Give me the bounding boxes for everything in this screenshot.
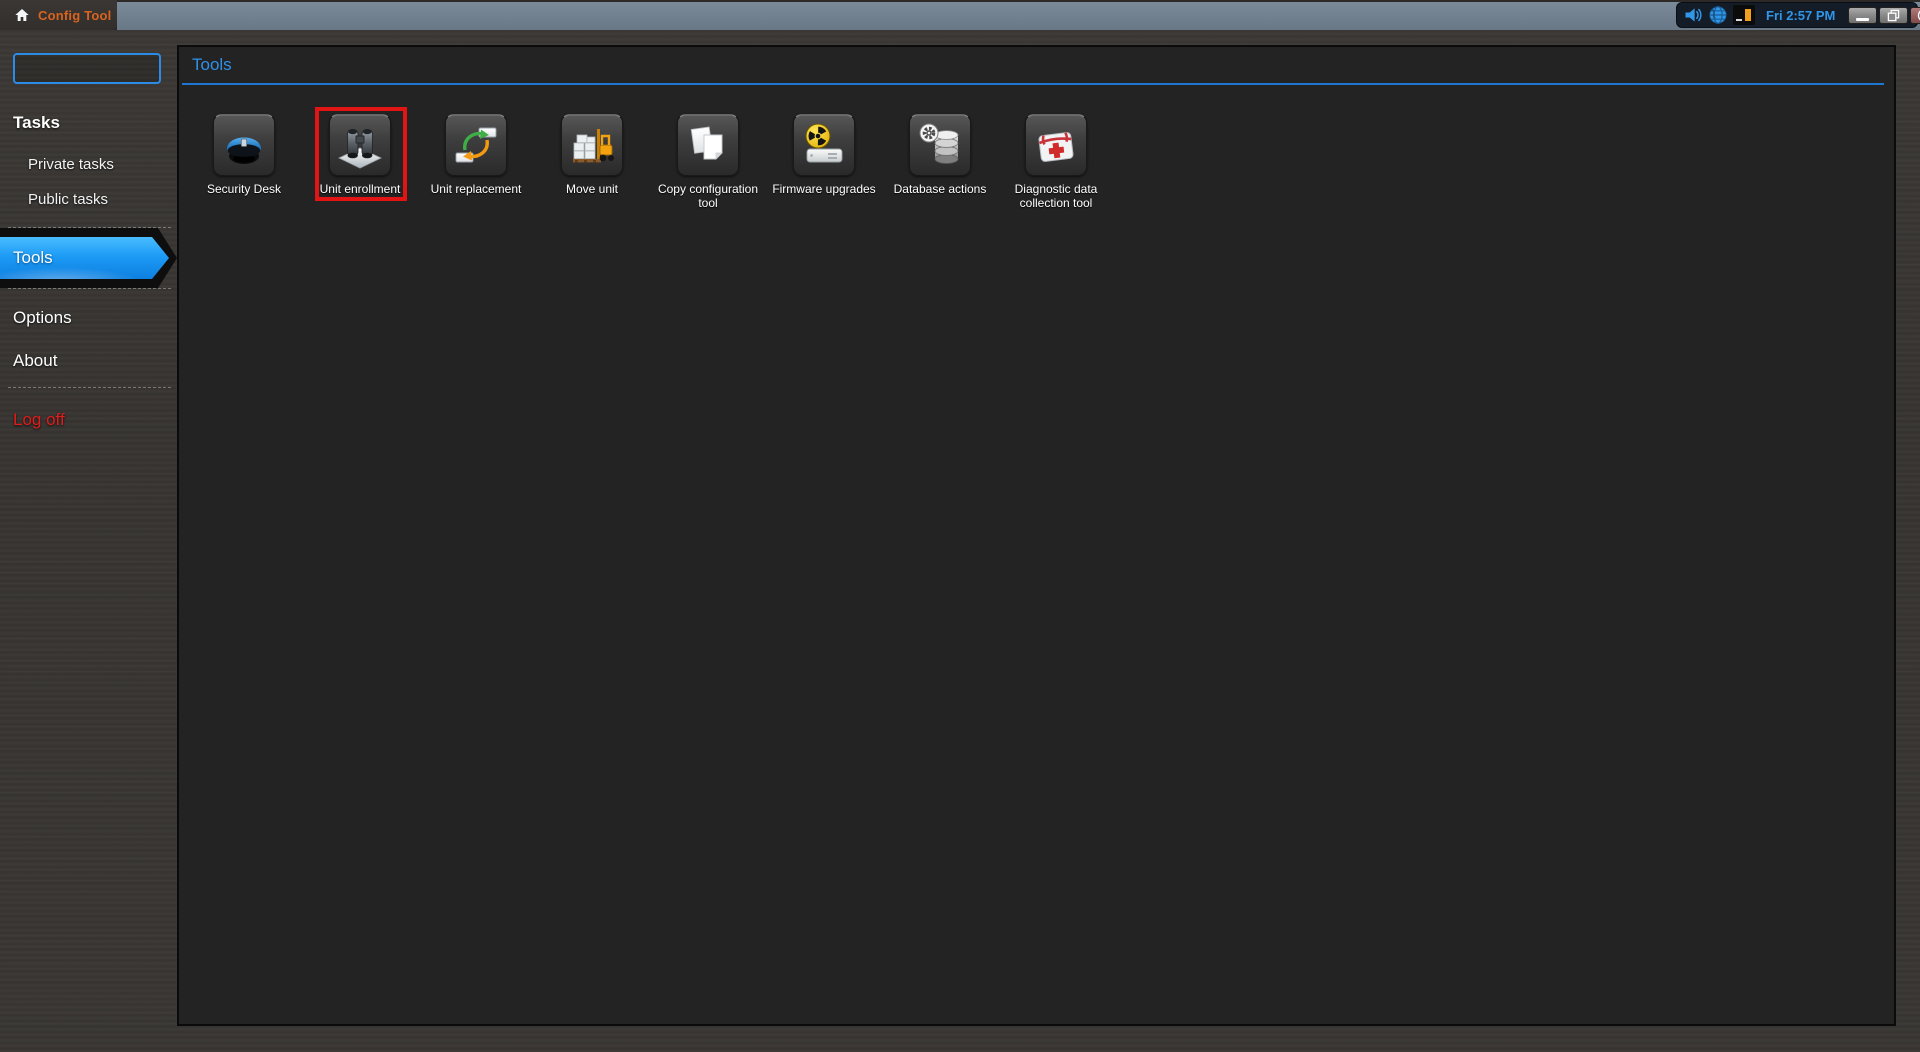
tools-grid: Security Desk Unit enrollment (186, 114, 1114, 210)
search-input[interactable] (13, 53, 161, 84)
tool-move-unit: Move unit (534, 114, 650, 210)
tool-label[interactable]: Security Desk (188, 182, 300, 196)
security-desk-button[interactable] (213, 114, 275, 176)
swap-units-icon (452, 121, 500, 169)
copy-configuration-tool-button[interactable] (677, 114, 739, 176)
tool-label[interactable]: Copy configuration tool (652, 182, 764, 210)
radioactive-device-icon (800, 121, 848, 169)
tool-label[interactable]: Database actions (884, 182, 996, 196)
move-unit-button[interactable] (561, 114, 623, 176)
police-cap-icon (220, 121, 268, 169)
tray-clock[interactable]: Fri 2:57 PM (1760, 8, 1843, 23)
tool-unit-enrollment: Unit enrollment (302, 114, 418, 210)
tool-database-actions: Database actions (882, 114, 998, 210)
titlebar: Config Tool Fri 2:57 PM (0, 0, 1920, 30)
tool-label[interactable]: Unit enrollment (304, 182, 416, 196)
tool-label[interactable]: Firmware upgrades (768, 182, 880, 196)
titlebar-strip (117, 2, 1920, 30)
indicator-orange-bar (1745, 9, 1751, 21)
tools-nav-label: Tools (0, 248, 53, 268)
tool-diagnostic-data: Diagnostic data collection tool (998, 114, 1114, 210)
restore-icon (1887, 9, 1900, 22)
firmware-upgrades-button[interactable] (793, 114, 855, 176)
sidebar-divider (8, 227, 171, 228)
page-title: Tools (192, 55, 232, 75)
unit-replacement-button[interactable] (445, 114, 507, 176)
tool-label[interactable]: Unit replacement (420, 182, 532, 196)
tasks-header: Tasks (13, 113, 60, 133)
unit-enrollment-button[interactable] (329, 114, 391, 176)
database-actions-button[interactable] (909, 114, 971, 176)
sidebar-item-tools[interactable]: Tools (0, 237, 170, 279)
forklift-icon (568, 121, 616, 169)
copy-pages-icon (684, 121, 732, 169)
config-tool-tab[interactable]: Config Tool (0, 0, 117, 30)
tab-label: Config Tool (38, 8, 111, 23)
main-panel: Tools Security Desk (177, 45, 1896, 1026)
sidebar-item-log-off[interactable]: Log off (13, 410, 65, 430)
tool-firmware-upgrades: Firmware upgrades (766, 114, 882, 210)
sidebar-item-public-tasks[interactable]: Public tasks (28, 191, 108, 208)
volume-icon[interactable] (1683, 5, 1703, 25)
sidebar-item-private-tasks[interactable]: Private tasks (28, 156, 114, 173)
title-underline (182, 83, 1884, 85)
network-globe-icon[interactable] (1708, 5, 1728, 25)
tool-copy-configuration: Copy configuration tool (650, 114, 766, 210)
sidebar-divider (8, 288, 171, 289)
sidebar-divider (8, 387, 171, 388)
minimize-icon (1856, 18, 1869, 21)
binoculars-icon (336, 121, 384, 169)
indicator-underscore (1736, 19, 1742, 21)
minimize-button[interactable] (1848, 7, 1877, 24)
input-language-indicator[interactable] (1733, 5, 1755, 25)
close-button[interactable] (1910, 7, 1920, 24)
tool-security-desk: Security Desk (186, 114, 302, 210)
diagnostic-data-collection-tool-button[interactable] (1025, 114, 1087, 176)
window-buttons (1848, 7, 1920, 24)
restore-button[interactable] (1879, 7, 1908, 24)
sidebar-item-options[interactable]: Options (13, 308, 72, 328)
tool-label[interactable]: Diagnostic data collection tool (1000, 182, 1112, 210)
sidebar-item-about[interactable]: About (13, 351, 57, 371)
home-icon (14, 7, 30, 23)
first-aid-kit-icon (1032, 121, 1080, 169)
database-gear-icon (916, 121, 964, 169)
tool-label[interactable]: Move unit (536, 182, 648, 196)
system-tray: Fri 2:57 PM (1676, 2, 1918, 28)
tool-unit-replacement: Unit replacement (418, 114, 534, 210)
